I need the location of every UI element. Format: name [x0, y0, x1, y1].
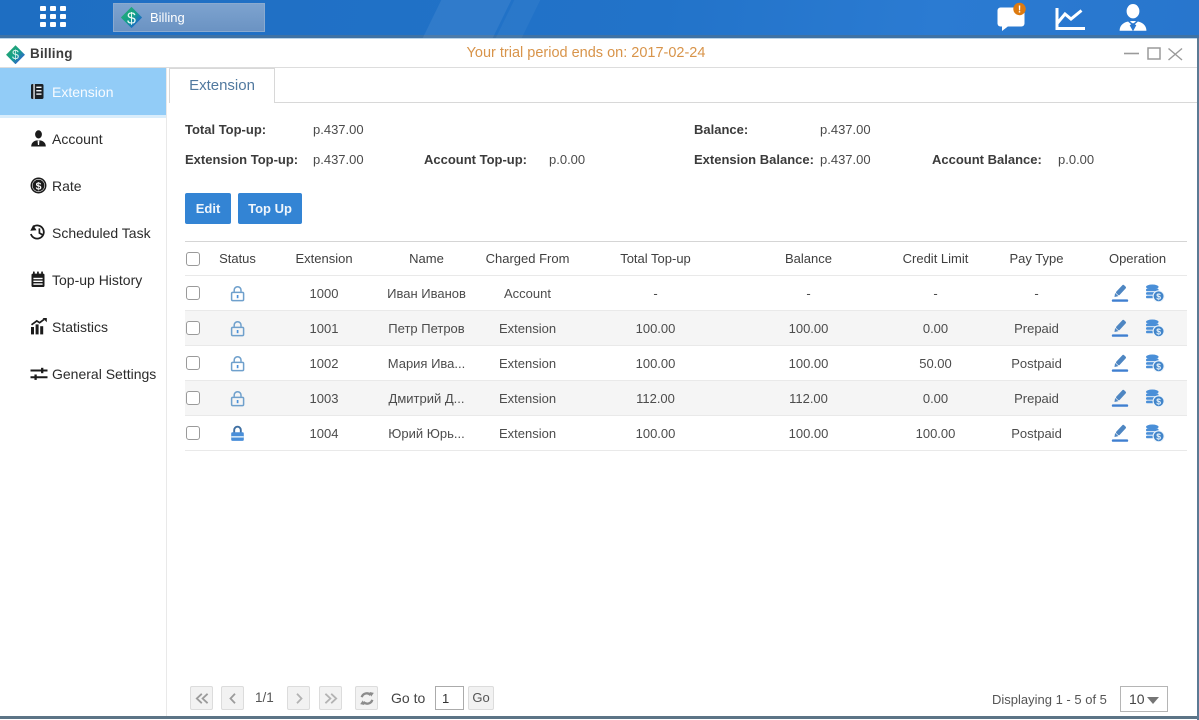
- svg-text:$: $: [36, 180, 42, 192]
- svg-text:$: $: [127, 11, 136, 28]
- svg-text:!: !: [1018, 5, 1021, 16]
